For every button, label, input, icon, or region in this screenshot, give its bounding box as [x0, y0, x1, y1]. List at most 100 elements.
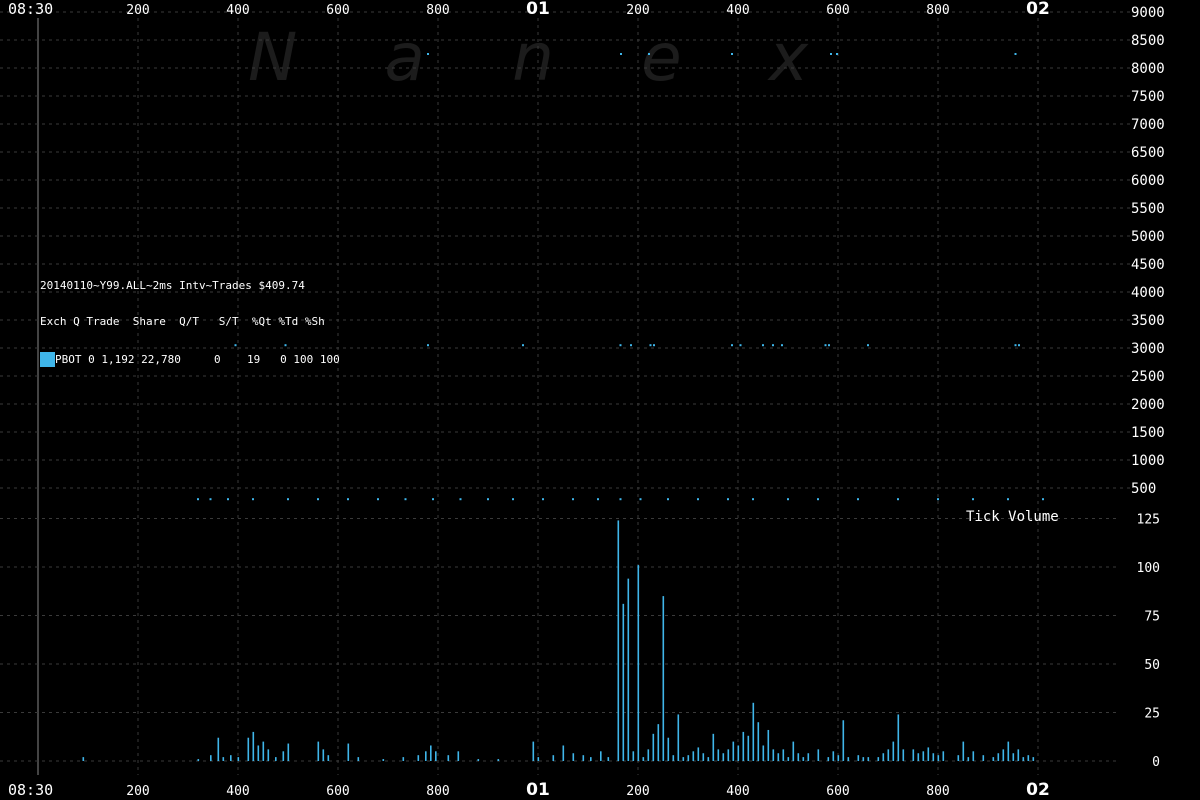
x-tick-label-top: 400 — [726, 3, 749, 18]
volume-bar — [937, 755, 940, 761]
volume-bar — [247, 737, 250, 761]
volume-tick-label: 0 — [1152, 755, 1160, 770]
volume-bar — [252, 731, 255, 761]
trade-point — [317, 498, 319, 501]
volume-bar — [230, 755, 232, 761]
volume-bar — [767, 729, 770, 761]
trade-point — [427, 53, 429, 55]
volume-bar — [892, 741, 895, 761]
trade-point — [762, 344, 764, 347]
volume-tick-label: 75 — [1144, 610, 1160, 625]
axes: 08:30 08:30 200 200 400 400 600 600 800 800 01 01 20… — [8, 0, 1165, 800]
volume-bar — [402, 757, 405, 761]
trade-point — [404, 498, 407, 501]
volume-bar — [742, 731, 745, 761]
price-tick-label: 8500 — [1131, 33, 1165, 49]
volume-bar — [1007, 741, 1010, 761]
volume-bar — [1017, 749, 1020, 761]
volume-bar — [727, 749, 730, 761]
trade-point — [1042, 498, 1044, 501]
trade-point — [937, 498, 939, 501]
volume-bar — [582, 755, 585, 761]
trade-point — [1007, 498, 1009, 501]
volume-bar — [600, 751, 602, 761]
trade-point — [830, 53, 832, 55]
volume-bar — [642, 757, 645, 761]
volume-bar — [982, 755, 985, 761]
volume-bar — [882, 753, 885, 761]
volume-bar — [287, 743, 290, 761]
trade-point — [648, 53, 650, 55]
x-tick-label-top: 08:30 — [8, 0, 53, 18]
volume-bar — [532, 741, 535, 761]
volume-bar — [267, 749, 270, 761]
x-tick-label-bottom: 08:30 — [8, 781, 53, 799]
trade-point — [287, 498, 289, 501]
volume-bar — [962, 741, 965, 761]
volume-bar — [932, 753, 935, 761]
volume-bar — [590, 757, 592, 761]
volume-bar — [632, 751, 635, 761]
volume-bar — [652, 733, 655, 761]
trade-point — [619, 344, 622, 347]
volume-bar — [672, 755, 675, 761]
legend-row-text: PBOT 0 1,192 22,780 0 19 0 100 100 — [55, 352, 340, 366]
x-tick-label-bottom: 400 — [226, 784, 249, 799]
volume-bar — [197, 759, 200, 761]
volume-bar — [782, 749, 785, 761]
trade-point — [824, 344, 827, 347]
trade-point — [667, 498, 669, 501]
trade-point — [619, 498, 622, 501]
volume-bar — [697, 747, 700, 761]
volume-bar — [762, 745, 765, 761]
volume-bar — [82, 757, 85, 761]
trade-point — [542, 498, 544, 501]
volume-bar — [617, 520, 620, 761]
trade-point — [857, 498, 859, 501]
trade-point — [377, 498, 379, 501]
trade-point — [836, 53, 838, 55]
volume-bar — [862, 757, 865, 761]
trade-point — [572, 498, 574, 501]
price-tick-label: 7500 — [1131, 89, 1165, 105]
volume-tick-label: 25 — [1144, 707, 1160, 722]
trade-point — [639, 498, 642, 501]
volume-bar — [622, 603, 625, 761]
volume-bar — [797, 753, 800, 761]
volume-tick-label: 100 — [1137, 561, 1160, 576]
trade-point — [739, 344, 742, 347]
volume-bar — [877, 757, 880, 761]
volume-bar — [322, 749, 325, 761]
volume-bar — [1022, 757, 1025, 761]
trade-point — [1014, 344, 1017, 347]
trade-point — [597, 498, 599, 501]
volume-bar — [702, 753, 705, 761]
volume-bar — [837, 755, 840, 761]
volume-bar — [562, 745, 565, 761]
trade-point — [649, 344, 652, 347]
trade-point — [227, 498, 229, 501]
trade-point — [781, 344, 783, 347]
volume-bar — [382, 759, 385, 761]
x-tick-label-bottom: 400 — [726, 784, 749, 799]
volume-tick-label: 125 — [1137, 513, 1160, 528]
x-tick-label-top: 02 — [1026, 0, 1050, 19]
volume-bar — [922, 751, 925, 761]
volume-bar — [282, 751, 285, 761]
volume-bar — [957, 755, 960, 761]
volume-bar — [457, 751, 460, 761]
volume-bar — [827, 757, 830, 761]
legend-title: 20140110~Y99.ALL~2ms Intv~Trades $409.74 — [40, 279, 305, 292]
volume-bar — [657, 724, 660, 761]
trade-point — [787, 498, 789, 501]
volume-tick-label: 50 — [1144, 658, 1160, 673]
price-tick-label: 4000 — [1131, 285, 1165, 301]
volume-bar — [662, 596, 665, 761]
volume-bar — [737, 745, 740, 761]
volume-bar — [752, 702, 755, 761]
volume-bar — [237, 757, 240, 761]
trade-point — [620, 53, 622, 55]
x-tick-label-top: 01 — [526, 0, 550, 19]
legend-row: PBOT 0 1,192 22,780 0 19 0 100 100 — [40, 352, 340, 367]
volume-bar — [772, 749, 775, 761]
